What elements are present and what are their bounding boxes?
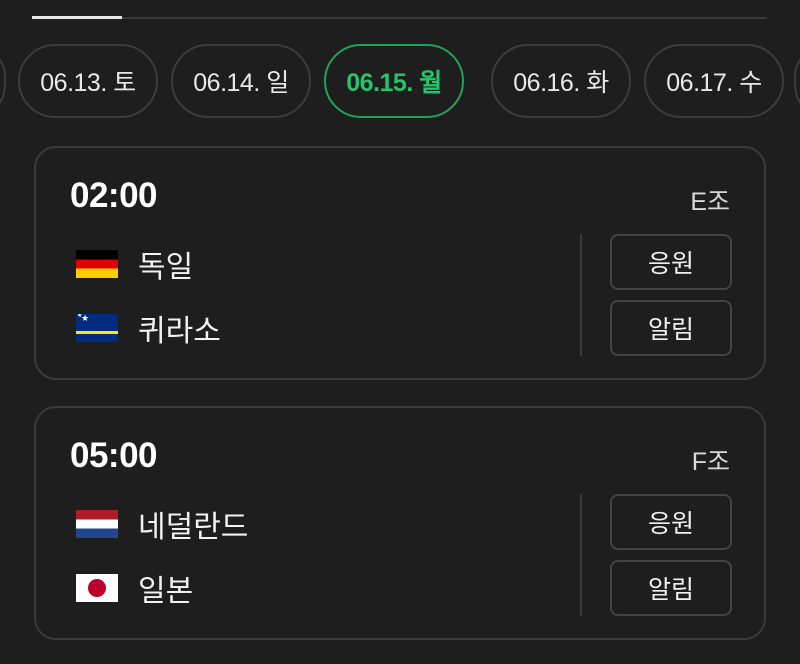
match-group: F조: [691, 448, 730, 476]
away-team-name: 퀴라소: [138, 314, 221, 349]
match-group: E조: [690, 188, 730, 216]
match-time: 05:00: [70, 436, 158, 475]
japan-flag-icon: [76, 574, 118, 602]
active-tab-indicator: [32, 16, 122, 19]
date-pill-0613[interactable]: 06.13. 토: [18, 44, 158, 118]
away-team: 일본: [76, 566, 193, 610]
home-team: 독일: [76, 242, 193, 286]
match-card: 05:00 F조 네덜란드 일본 응원 알림: [34, 406, 766, 640]
netherlands-flag-icon: [76, 510, 118, 538]
germany-flag-icon: [76, 250, 118, 278]
japan-flag-circle: [88, 579, 106, 597]
tab-bar: [0, 0, 800, 24]
alarm-button[interactable]: 알림: [610, 560, 732, 616]
home-team: 네덜란드: [76, 502, 248, 546]
date-pill-0616[interactable]: 06.16. 화: [491, 44, 631, 118]
star-icon: ★: [77, 314, 83, 319]
card-divider: [580, 234, 582, 356]
alarm-button[interactable]: 알림: [610, 300, 732, 356]
date-pill-0617[interactable]: 06.17. 수: [644, 44, 784, 118]
tab-bar-line: [32, 17, 766, 19]
home-team-name: 네덜란드: [138, 510, 249, 545]
cheer-button[interactable]: 응원: [610, 494, 732, 550]
date-pill-0614[interactable]: 06.14. 일: [171, 44, 311, 118]
date-pill-0615-selected[interactable]: 06.15. 월: [324, 44, 464, 118]
match-card: 02:00 E조 독일 ★ ★ 퀴라소 응원 알림: [34, 146, 766, 380]
match-time: 02:00: [70, 176, 158, 215]
away-team: ★ ★ 퀴라소: [76, 306, 221, 350]
away-team-name: 일본: [138, 574, 194, 609]
card-divider: [580, 494, 582, 616]
date-pill-previous-partial[interactable]: [0, 44, 6, 118]
date-pill-next-partial[interactable]: [794, 44, 800, 118]
date-selector[interactable]: 06.13. 토 06.14. 일 06.15. 월 06.16. 화 06.1…: [0, 44, 800, 118]
curacao-flag-icon: ★ ★: [76, 314, 118, 342]
cheer-button[interactable]: 응원: [610, 234, 732, 290]
home-team-name: 독일: [138, 250, 194, 285]
